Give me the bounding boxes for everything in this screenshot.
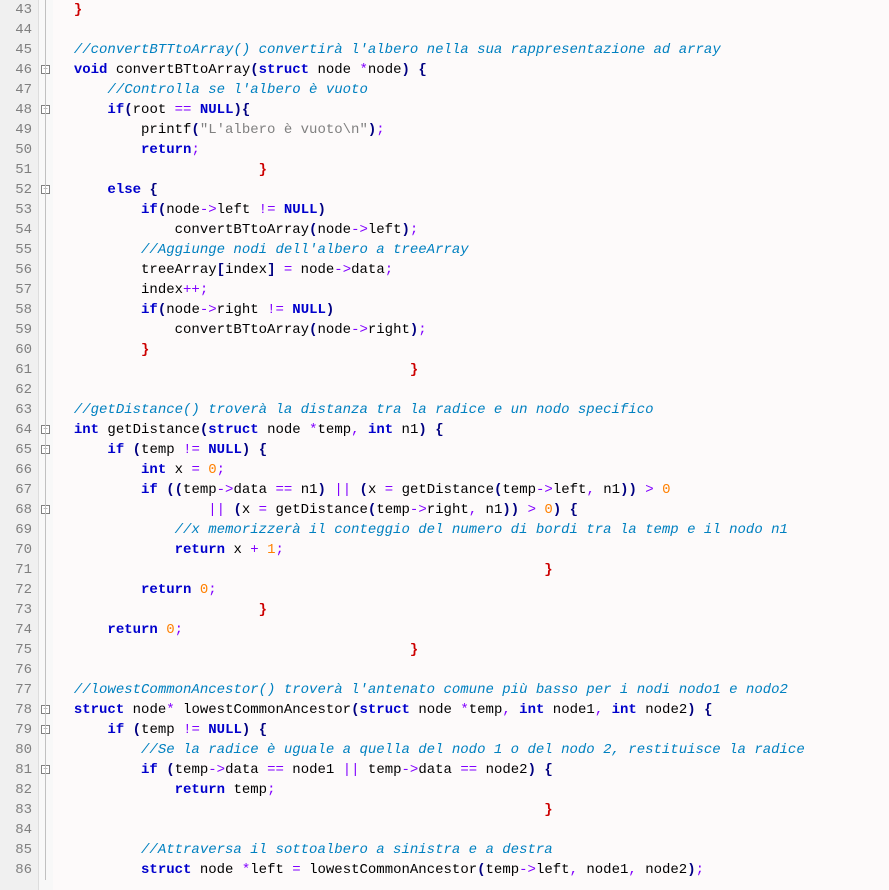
line-number: 59: [4, 320, 32, 340]
line-number: 75: [4, 640, 32, 660]
line-number: 86: [4, 860, 32, 880]
line-number: 69: [4, 520, 32, 540]
line-number: 55: [4, 240, 32, 260]
line-number: 85: [4, 840, 32, 860]
code-line[interactable]: //Attraversa il sottoalbero a sinistra e…: [57, 840, 889, 860]
line-number: 68: [4, 500, 32, 520]
line-number: 46: [4, 60, 32, 80]
line-number: 48: [4, 100, 32, 120]
code-line[interactable]: int getDistance(struct node *temp, int n…: [57, 420, 889, 440]
code-line[interactable]: }: [57, 0, 889, 20]
code-line[interactable]: int x = 0;: [57, 460, 889, 480]
line-number: 63: [4, 400, 32, 420]
line-number: 78: [4, 700, 32, 720]
line-number: 70: [4, 540, 32, 560]
line-number: 64: [4, 420, 32, 440]
code-line[interactable]: convertBTtoArray(node->right);: [57, 320, 889, 340]
code-line[interactable]: //x memorizzerà il conteggio del numero …: [57, 520, 889, 540]
code-line[interactable]: }: [57, 640, 889, 660]
code-line[interactable]: if(node->left != NULL): [57, 200, 889, 220]
line-number: 50: [4, 140, 32, 160]
code-line[interactable]: return 0;: [57, 620, 889, 640]
code-line[interactable]: convertBTtoArray(node->left);: [57, 220, 889, 240]
code-line[interactable]: struct node* lowestCommonAncestor(struct…: [57, 700, 889, 720]
line-number: 81: [4, 760, 32, 780]
line-number: 80: [4, 740, 32, 760]
code-line[interactable]: //convertBTTtoArray() convertirà l'alber…: [57, 40, 889, 60]
line-number: 43: [4, 0, 32, 20]
code-line[interactable]: }: [57, 360, 889, 380]
code-line[interactable]: void convertBTtoArray(struct node *node)…: [57, 60, 889, 80]
line-number: 84: [4, 820, 32, 840]
line-number: 73: [4, 600, 32, 620]
code-line[interactable]: //Controlla se l'albero è vuoto: [57, 80, 889, 100]
line-number: 51: [4, 160, 32, 180]
code-line[interactable]: treeArray[index] = node->data;: [57, 260, 889, 280]
line-number: 56: [4, 260, 32, 280]
line-number-gutter: 4344454647484950515253545556575859606162…: [0, 0, 39, 890]
line-number: 74: [4, 620, 32, 640]
line-number: 58: [4, 300, 32, 320]
line-number: 79: [4, 720, 32, 740]
code-line[interactable]: return 0;: [57, 580, 889, 600]
code-line[interactable]: if (temp != NULL) {: [57, 720, 889, 740]
code-line[interactable]: }: [57, 560, 889, 580]
line-number: 44: [4, 20, 32, 40]
code-line[interactable]: struct node *left = lowestCommonAncestor…: [57, 860, 889, 880]
code-line[interactable]: || (x = getDistance(temp->right, n1)) > …: [57, 500, 889, 520]
line-number: 66: [4, 460, 32, 480]
code-line[interactable]: if(node->right != NULL): [57, 300, 889, 320]
line-number: 72: [4, 580, 32, 600]
code-line[interactable]: printf("L'albero è vuoto\n");: [57, 120, 889, 140]
line-number: 77: [4, 680, 32, 700]
line-number: 53: [4, 200, 32, 220]
fold-column[interactable]: −−−−−−−−−: [39, 0, 53, 890]
code-line[interactable]: else {: [57, 180, 889, 200]
code-line[interactable]: [57, 660, 889, 680]
code-line[interactable]: //Se la radice è uguale a quella del nod…: [57, 740, 889, 760]
code-line[interactable]: index++;: [57, 280, 889, 300]
code-line[interactable]: if (temp->data == node1 || temp->data ==…: [57, 760, 889, 780]
line-number: 52: [4, 180, 32, 200]
code-line[interactable]: if(root == NULL){: [57, 100, 889, 120]
code-line[interactable]: return temp;: [57, 780, 889, 800]
code-line[interactable]: return;: [57, 140, 889, 160]
code-line[interactable]: }: [57, 340, 889, 360]
line-number: 60: [4, 340, 32, 360]
line-number: 47: [4, 80, 32, 100]
code-line[interactable]: return x + 1;: [57, 540, 889, 560]
code-area[interactable]: } //convertBTTtoArray() convertirà l'alb…: [53, 0, 889, 890]
line-number: 83: [4, 800, 32, 820]
line-number: 67: [4, 480, 32, 500]
code-line[interactable]: }: [57, 160, 889, 180]
code-line[interactable]: //Aggiunge nodi dell'albero a treeArray: [57, 240, 889, 260]
code-editor[interactable]: 4344454647484950515253545556575859606162…: [0, 0, 889, 890]
line-number: 62: [4, 380, 32, 400]
line-number: 61: [4, 360, 32, 380]
line-number: 76: [4, 660, 32, 680]
line-number: 49: [4, 120, 32, 140]
code-line[interactable]: [57, 20, 889, 40]
line-number: 57: [4, 280, 32, 300]
code-line[interactable]: //getDistance() troverà la distanza tra …: [57, 400, 889, 420]
code-line[interactable]: }: [57, 800, 889, 820]
line-number: 71: [4, 560, 32, 580]
code-line[interactable]: [57, 380, 889, 400]
fold-guide: [45, 0, 46, 880]
line-number: 54: [4, 220, 32, 240]
code-line[interactable]: [57, 820, 889, 840]
code-line[interactable]: if (temp != NULL) {: [57, 440, 889, 460]
code-line[interactable]: //lowestCommonAncestor() troverà l'anten…: [57, 680, 889, 700]
line-number: 82: [4, 780, 32, 800]
line-number: 65: [4, 440, 32, 460]
code-line[interactable]: if ((temp->data == n1) || (x = getDistan…: [57, 480, 889, 500]
code-line[interactable]: }: [57, 600, 889, 620]
line-number: 45: [4, 40, 32, 60]
